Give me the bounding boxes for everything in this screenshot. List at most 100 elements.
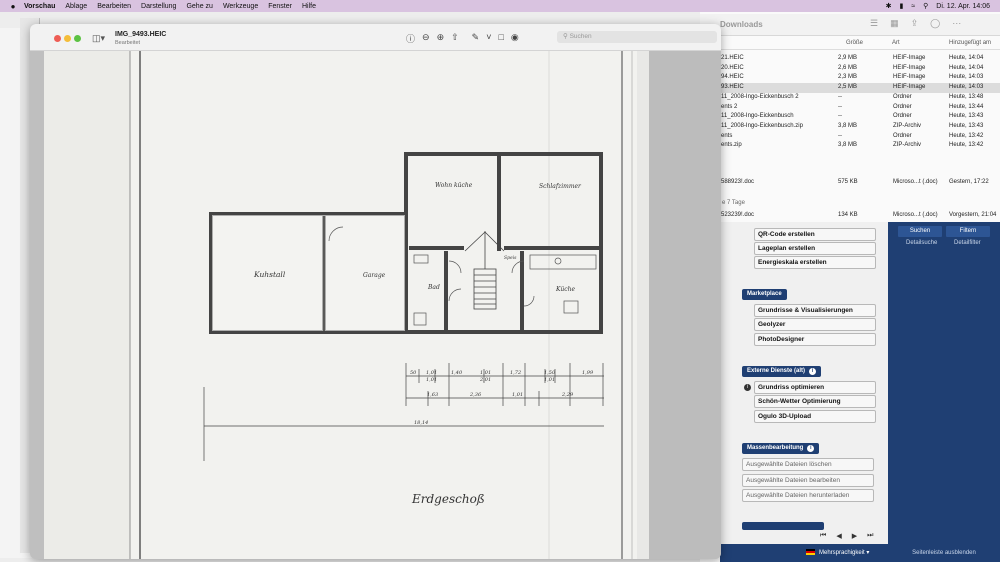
- share-icon[interactable]: ⇪: [911, 18, 919, 29]
- finder-cell-size: --: [838, 103, 842, 110]
- download-files-button[interactable]: Ausgewählte Dateien herunterladen: [742, 489, 874, 502]
- dim-8: 1,01: [426, 377, 437, 383]
- info-icon[interactable]: i: [809, 368, 817, 375]
- rotate-icon[interactable]: □: [498, 32, 503, 45]
- finder-cell-name: 94.HEIC: [721, 74, 744, 81]
- finder-cell-name: 11_2008-Ingo-Eickenbusch.zip: [721, 122, 803, 129]
- hide-sidebar-link[interactable]: Seitenleiste ausblenden: [888, 546, 1000, 560]
- finder-cell-name: ents.zip: [721, 142, 742, 149]
- col-kind[interactable]: Art: [892, 40, 900, 46]
- menu-bar: ● Vorschau Ablage Bearbeiten Darstellung…: [0, 0, 1000, 12]
- share-icon[interactable]: ⇧: [451, 32, 459, 45]
- finder-row[interactable]: ents.zip 3,8 MB ZIP-Archiv Heute, 13:42: [700, 141, 1000, 151]
- lageplan-button[interactable]: Lageplan erstellen: [754, 242, 876, 255]
- grundrisse-button[interactable]: Grundrisse & Visualisierungen: [754, 304, 876, 317]
- list-view-icon[interactable]: ☰: [870, 18, 878, 29]
- group-icon[interactable]: ▦: [890, 18, 899, 29]
- finder-row[interactable]: ents 2 -- Ordner Heute, 13:44: [700, 103, 1000, 113]
- photodesigner-button[interactable]: PhotoDesigner: [754, 333, 876, 346]
- finder-row[interactable]: 20.HEIC 2,6 MB HEIF-Image Heute, 14:04: [700, 64, 1000, 74]
- dim-2: 1,01: [426, 370, 437, 376]
- filter-button[interactable]: Filtern: [946, 226, 990, 237]
- bluetooth-icon[interactable]: ✱: [886, 2, 892, 10]
- dim-7: 1,99: [582, 370, 594, 376]
- zoom-button[interactable]: [74, 35, 81, 42]
- menu-hilfe[interactable]: Hilfe: [302, 3, 316, 10]
- energieskala-button[interactable]: Energieskala erstellen: [754, 256, 876, 269]
- finder-row[interactable]: 523239!.doc 134 KB Microso...t (.doc) Vo…: [700, 211, 1000, 221]
- floor-plan-drawing: Kuhstall Garage Wohn küche Schlafzimmer …: [44, 51, 637, 559]
- col-size[interactable]: Größe: [846, 40, 863, 46]
- search-input[interactable]: ⚲ Suchen: [557, 31, 717, 43]
- menu-werkzeuge[interactable]: Werkzeuge: [223, 3, 258, 10]
- first-page-icon[interactable]: ⏮: [820, 532, 826, 540]
- language-selector[interactable]: Mehrsprachigkeit ▾: [806, 546, 886, 560]
- info-icon[interactable]: i: [807, 445, 815, 452]
- geolyzer-button[interactable]: Geolyzer: [754, 318, 876, 331]
- finder-cell-date: Heute, 13:43: [949, 122, 984, 129]
- finder-cell-size: 2,9 MB: [838, 55, 858, 61]
- extern-tag: Externe Dienste (alt) i: [742, 366, 822, 377]
- battery-icon[interactable]: ▮: [899, 2, 903, 10]
- next-page-icon[interactable]: ▶: [852, 532, 857, 540]
- finder-row[interactable]: 11_2008-Ingo-Eickenbusch.zip 3,8 MB ZIP-Ar…: [700, 122, 1000, 132]
- minimize-button[interactable]: [64, 35, 71, 42]
- sidebar-toggle-icon[interactable]: ◫▾: [92, 33, 105, 44]
- finder-row[interactable]: 93.HEIC 2,5 MB HEIF-Image Heute, 14:03: [700, 83, 1000, 93]
- close-button[interactable]: [54, 35, 61, 42]
- finder-row[interactable]: 94.HEIC 2,3 MB HEIF-Image Heute, 14:03: [700, 73, 1000, 83]
- clock[interactable]: Di. 12. Apr. 14:06: [936, 3, 990, 10]
- finder-cell-date: Heute, 14:03: [949, 74, 984, 81]
- schoen-wetter-button[interactable]: Schön-Wetter Optimierung: [754, 395, 876, 408]
- finder-cell-date: Heute, 13:43: [949, 113, 984, 120]
- detail-search-link[interactable]: Detailsuche: [906, 240, 937, 246]
- finder-row[interactable]: 21.HEIC 2,9 MB HEIF-Image Heute, 14:04: [700, 54, 1000, 64]
- info-icon[interactable]: ⓘ: [406, 32, 415, 45]
- markup-pen-icon[interactable]: ✎: [472, 32, 480, 45]
- finder-cell-size: --: [838, 132, 842, 139]
- search-icon[interactable]: ⚲: [923, 2, 928, 10]
- finder-cell-kind: Ordner: [893, 103, 912, 110]
- finder-row[interactable]: 588923!.doc 575 KB Microso...t (.doc) Ge…: [700, 178, 1000, 188]
- info-icon[interactable]: i: [744, 384, 751, 391]
- tag-icon[interactable]: ◯: [930, 18, 940, 29]
- search-button[interactable]: Suchen: [898, 226, 942, 237]
- preview-tools: ⓘ ⊖ ⊕ ⇧ ✎ ˅ □ ◉: [406, 32, 519, 45]
- edit-files-button[interactable]: Ausgewählte Dateien bearbeiten: [742, 474, 874, 487]
- finder-cell-kind: Ordner: [893, 132, 912, 139]
- finder-cell-name: 20.HEIC: [721, 64, 744, 71]
- zoom-out-icon[interactable]: ⊖: [422, 32, 430, 45]
- detail-filter-link[interactable]: Detailfilter: [954, 240, 981, 246]
- menu-gehe-zu[interactable]: Gehe zu: [186, 3, 212, 10]
- menu-darstellung[interactable]: Darstellung: [141, 3, 176, 10]
- ogulo-button[interactable]: Ogulo 3D-Upload: [754, 410, 876, 423]
- more-icon[interactable]: ⋯: [952, 18, 961, 29]
- dim-10: 1,01: [544, 377, 555, 383]
- apple-icon[interactable]: ●: [8, 2, 18, 11]
- finder-cell-date: Heute, 13:48: [949, 93, 984, 100]
- finder-cell-size: 2,6 MB: [838, 64, 858, 71]
- last-page-icon[interactable]: ⏭: [867, 532, 873, 540]
- german-flag-icon: [806, 549, 815, 556]
- chevron-down-icon[interactable]: ˅: [486, 32, 491, 45]
- wifi-icon[interactable]: ≈: [911, 3, 915, 10]
- delete-files-button[interactable]: Ausgewählte Dateien löschen: [742, 458, 874, 471]
- webapp-sidebar: [888, 222, 1000, 562]
- marketplace-tag: Marketplace: [742, 289, 787, 300]
- finder-row[interactable]: 11_2008-Ingo-Eickenbusch -- Ordner Heute, 1…: [700, 112, 1000, 122]
- finder-cell-name: 21.HEIC: [721, 55, 744, 61]
- col-date[interactable]: Hinzugefügt am: [949, 40, 991, 46]
- grundriss-optimieren-button[interactable]: Grundriss optimieren: [754, 381, 876, 394]
- markup-icon[interactable]: ◉: [511, 32, 519, 45]
- menu-fenster[interactable]: Fenster: [268, 3, 292, 10]
- label-kuhstall: Kuhstall: [253, 270, 286, 279]
- qr-code-button[interactable]: QR-Code erstellen: [754, 228, 876, 241]
- finder-row[interactable]: 11_2008-Ingo-Eickenbusch 2 -- Ordner Heute,…: [700, 93, 1000, 103]
- finder-row[interactable]: ents -- Ordner Heute, 13:42: [700, 132, 1000, 142]
- menu-app[interactable]: Vorschau: [24, 3, 55, 10]
- prev-page-icon[interactable]: ◀: [836, 532, 841, 540]
- zoom-in-icon[interactable]: ⊕: [437, 32, 445, 45]
- label-bad: Bad: [427, 284, 440, 291]
- menu-ablage[interactable]: Ablage: [65, 3, 87, 10]
- menu-bearbeiten[interactable]: Bearbeiten: [97, 3, 131, 10]
